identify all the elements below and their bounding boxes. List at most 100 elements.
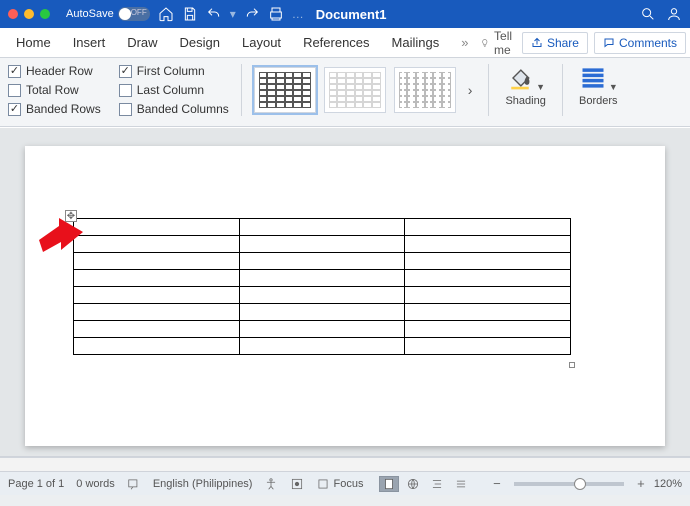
table-style-plain-2[interactable] bbox=[394, 67, 456, 113]
zoom-in-button[interactable]: + bbox=[634, 476, 648, 491]
table-cell[interactable] bbox=[74, 236, 240, 253]
table-row[interactable] bbox=[74, 304, 571, 321]
close-window-icon[interactable] bbox=[8, 9, 18, 19]
table-cell[interactable] bbox=[74, 270, 240, 287]
table-styles-gallery: › bbox=[254, 64, 477, 116]
total-row-checkbox[interactable]: Total Row bbox=[8, 83, 101, 97]
table-cell[interactable] bbox=[405, 287, 571, 304]
focus-label: Focus bbox=[333, 478, 363, 490]
toggle-switch-icon[interactable]: OFF bbox=[118, 7, 150, 21]
table-resize-handle-icon[interactable] bbox=[569, 362, 575, 368]
table-style-options: Header Row Total Row Banded Rows First C… bbox=[8, 64, 229, 116]
last-column-label: Last Column bbox=[137, 83, 204, 97]
table-style-grid[interactable] bbox=[254, 67, 316, 113]
table-cell[interactable] bbox=[405, 321, 571, 338]
table-cell[interactable] bbox=[239, 219, 405, 236]
borders-button[interactable]: ▼ Borders bbox=[575, 64, 622, 116]
table-cell[interactable] bbox=[405, 219, 571, 236]
accessibility-icon[interactable] bbox=[264, 477, 278, 491]
minimize-window-icon[interactable] bbox=[24, 9, 34, 19]
tab-mailings[interactable]: Mailings bbox=[382, 29, 450, 56]
table-cell[interactable] bbox=[239, 321, 405, 338]
word-count[interactable]: 0 words bbox=[76, 478, 115, 490]
table-row[interactable] bbox=[74, 287, 571, 304]
horizontal-scrollbar[interactable] bbox=[0, 457, 690, 471]
table-cell[interactable] bbox=[239, 304, 405, 321]
draft-view-button[interactable] bbox=[451, 476, 471, 492]
autosave-toggle[interactable]: AutoSave OFF bbox=[66, 7, 150, 21]
redo-icon[interactable] bbox=[244, 6, 260, 22]
print-icon[interactable] bbox=[268, 6, 284, 22]
account-icon[interactable] bbox=[666, 6, 682, 22]
borders-icon bbox=[579, 64, 607, 92]
undo-dropdown-icon[interactable]: ▾ bbox=[230, 7, 236, 21]
styles-more-icon[interactable]: › bbox=[464, 82, 477, 98]
table-row[interactable] bbox=[74, 219, 571, 236]
tab-layout[interactable]: Layout bbox=[232, 29, 291, 56]
table-style-plain-1[interactable] bbox=[324, 67, 386, 113]
table-row[interactable] bbox=[74, 321, 571, 338]
banded-rows-label: Banded Rows bbox=[26, 102, 101, 116]
web-layout-view-button[interactable] bbox=[403, 476, 423, 492]
share-button[interactable]: Share bbox=[522, 32, 588, 54]
table-cell[interactable] bbox=[74, 287, 240, 304]
table-cell[interactable] bbox=[239, 253, 405, 270]
zoom-out-button[interactable]: − bbox=[490, 476, 504, 491]
tab-insert[interactable]: Insert bbox=[63, 29, 116, 56]
spellcheck-icon[interactable] bbox=[127, 477, 141, 491]
language-indicator[interactable]: English (Philippines) bbox=[153, 478, 253, 490]
document-table[interactable] bbox=[73, 218, 571, 355]
search-icon[interactable] bbox=[640, 6, 656, 22]
macro-record-icon[interactable] bbox=[290, 477, 304, 491]
save-icon[interactable] bbox=[182, 6, 198, 22]
table-cell[interactable] bbox=[74, 253, 240, 270]
zoom-slider[interactable] bbox=[514, 482, 624, 486]
share-icon bbox=[531, 37, 543, 49]
print-layout-view-button[interactable] bbox=[379, 476, 399, 492]
table-cell[interactable] bbox=[74, 338, 240, 355]
tab-design[interactable]: Design bbox=[170, 29, 230, 56]
outline-view-button[interactable] bbox=[427, 476, 447, 492]
last-column-checkbox[interactable]: Last Column bbox=[119, 83, 229, 97]
tab-references[interactable]: References bbox=[293, 29, 379, 56]
table-cell[interactable] bbox=[405, 253, 571, 270]
comments-button[interactable]: Comments bbox=[594, 32, 686, 54]
borders-label: Borders bbox=[579, 95, 618, 107]
table-cell[interactable] bbox=[239, 338, 405, 355]
document-canvas[interactable]: ✥ bbox=[0, 127, 690, 457]
tab-draw[interactable]: Draw bbox=[117, 29, 167, 56]
table-cell[interactable] bbox=[74, 219, 240, 236]
zoom-percent[interactable]: 120% bbox=[654, 478, 682, 490]
tell-me-search[interactable]: Tell me bbox=[480, 29, 519, 57]
table-cell[interactable] bbox=[405, 236, 571, 253]
banded-columns-checkbox[interactable]: Banded Columns bbox=[119, 102, 229, 116]
home-icon[interactable] bbox=[158, 6, 174, 22]
table-row[interactable] bbox=[74, 270, 571, 287]
table-row[interactable] bbox=[74, 253, 571, 270]
page-indicator[interactable]: Page 1 of 1 bbox=[8, 478, 64, 490]
shading-button[interactable]: ▼ Shading bbox=[501, 64, 549, 116]
table-cell[interactable] bbox=[239, 270, 405, 287]
table-cell[interactable] bbox=[405, 338, 571, 355]
banded-rows-checkbox[interactable]: Banded Rows bbox=[8, 102, 101, 116]
table-cell[interactable] bbox=[74, 304, 240, 321]
outline-icon bbox=[430, 477, 444, 491]
undo-icon[interactable] bbox=[206, 6, 222, 22]
first-column-checkbox[interactable]: First Column bbox=[119, 64, 229, 78]
focus-mode[interactable]: Focus bbox=[316, 477, 363, 491]
page-icon bbox=[382, 477, 396, 491]
table-row[interactable] bbox=[74, 236, 571, 253]
qat-ellipsis[interactable]: … bbox=[292, 7, 304, 21]
header-row-checkbox[interactable]: Header Row bbox=[8, 64, 101, 78]
autosave-state: OFF bbox=[131, 8, 147, 17]
table-cell[interactable] bbox=[405, 270, 571, 287]
table-cell[interactable] bbox=[239, 236, 405, 253]
table-cell[interactable] bbox=[74, 321, 240, 338]
table-row[interactable] bbox=[74, 338, 571, 355]
tab-overflow[interactable]: » bbox=[451, 29, 478, 56]
table-cell[interactable] bbox=[405, 304, 571, 321]
table-cell[interactable] bbox=[239, 287, 405, 304]
zoom-window-icon[interactable] bbox=[40, 9, 50, 19]
document-title: Document1 bbox=[316, 7, 387, 22]
tab-home[interactable]: Home bbox=[6, 29, 61, 56]
